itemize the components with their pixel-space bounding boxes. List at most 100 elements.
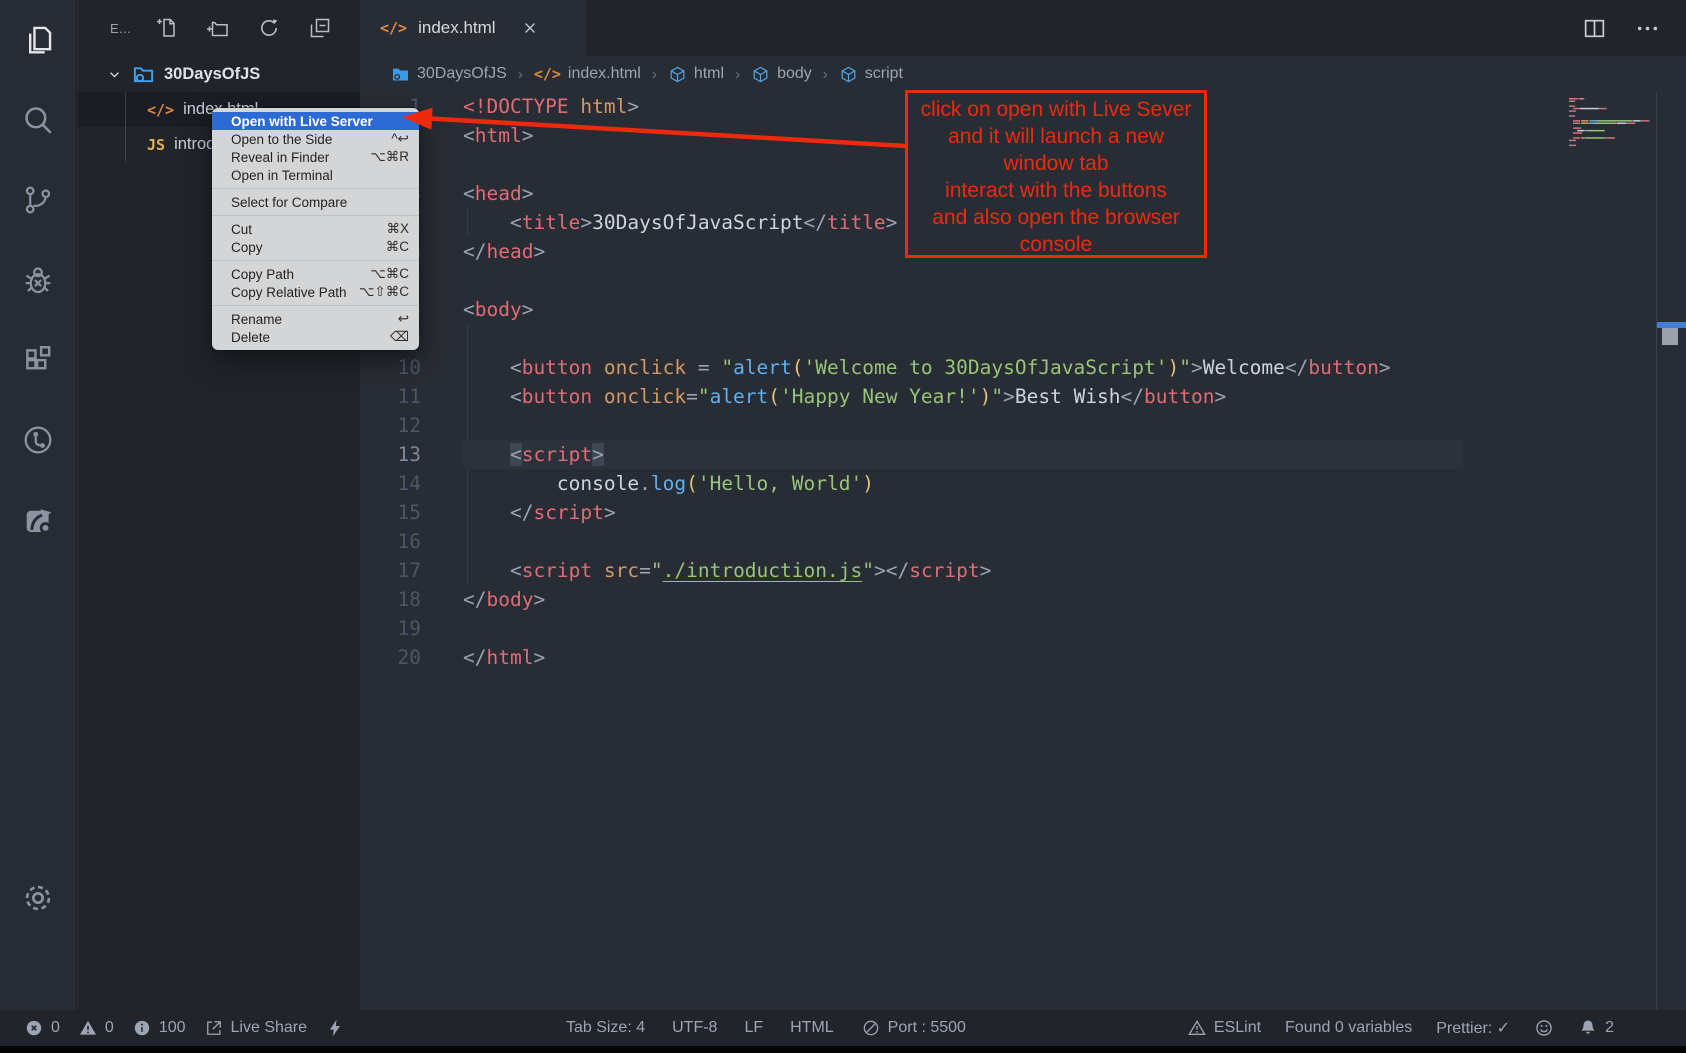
tab-label: index.html	[418, 18, 495, 38]
status-item-2[interactable]: 2	[1578, 1018, 1614, 1038]
menu-item-copy-relative-path[interactable]: Copy Relative Path⌥⇧⌘C	[212, 283, 419, 301]
line-content: </head>	[421, 237, 545, 266]
status-item-label: Live Share	[231, 1019, 308, 1037]
activity-item-explorer[interactable]	[0, 0, 76, 80]
status-item-100[interactable]: 100	[132, 1018, 186, 1038]
status-item-live-share[interactable]: Live Share	[204, 1018, 308, 1038]
breadcrumb-separator: ›	[516, 66, 525, 83]
breadcrumb-item-html[interactable]: html	[668, 65, 724, 84]
menu-item-copy-path[interactable]: Copy Path⌥⌘C	[212, 265, 419, 283]
minimap[interactable]	[1566, 95, 1654, 151]
overview-ruler-divider	[1656, 92, 1657, 1010]
status-item-label: Port : 5500	[888, 1019, 966, 1037]
menu-item-open-with-live-server[interactable]: Open with Live Server	[212, 112, 419, 130]
status-item-0[interactable]: 0	[78, 1018, 114, 1038]
menu-item-label: Copy Path	[231, 267, 358, 282]
close-icon[interactable]	[521, 19, 539, 37]
menu-item-rename[interactable]: Rename↩	[212, 310, 419, 328]
menu-item-label: Reveal in Finder	[231, 150, 358, 165]
js-icon: JS	[147, 136, 165, 154]
activity-item-source-control[interactable]	[0, 160, 76, 240]
run-debug-icon	[21, 263, 55, 297]
line-number: 16	[360, 527, 421, 556]
menu-item-reveal-in-finder[interactable]: Reveal in Finder⌥⌘R	[212, 148, 419, 166]
line-number: 15	[360, 498, 421, 527]
menu-item-label: Delete	[231, 330, 378, 345]
line-content: </html>	[421, 643, 545, 672]
code-line-1: 1<!DOCTYPE html>	[360, 92, 1686, 121]
new-file-icon[interactable]	[155, 16, 179, 40]
folder-mini-icon	[391, 65, 410, 84]
status-item-lf[interactable]: LF	[744, 1019, 763, 1037]
activity-item-run-debug[interactable]	[0, 240, 76, 320]
code-line-14: 14 console.log('Hello, World')	[360, 469, 1686, 498]
code-line-20: 20</html>	[360, 643, 1686, 672]
breadcrumb-item-body[interactable]: body	[751, 65, 812, 84]
breadcrumb-item-script[interactable]: script	[839, 65, 903, 84]
menu-item-cut[interactable]: Cut⌘X	[212, 220, 419, 238]
code-icon: </>	[147, 101, 174, 119]
status-item-html[interactable]: HTML	[790, 1019, 834, 1037]
code-line-15: 15 </script>	[360, 498, 1686, 527]
status-item-label: 0	[51, 1019, 60, 1037]
status-item-label: LF	[744, 1019, 763, 1037]
code-editor[interactable]: 1<!DOCTYPE html>2<html>34<head>5 <title>…	[360, 92, 1686, 1010]
breadcrumb-label: body	[777, 65, 812, 83]
status-item-label: Tab Size: 4	[566, 1019, 645, 1037]
status-item-smiley[interactable]	[1534, 1018, 1554, 1038]
status-item-found-0-variables[interactable]: Found 0 variables	[1285, 1019, 1412, 1037]
settings-icon	[20, 880, 56, 916]
scrollbar-slider[interactable]	[1662, 328, 1678, 345]
line-content	[421, 614, 463, 643]
menu-item-label: Copy Relative Path	[231, 285, 347, 300]
menu-separator	[212, 305, 419, 306]
refresh-icon[interactable]	[257, 16, 281, 40]
menu-item-shortcut: ⌫	[390, 329, 409, 345]
menu-item-shortcut: ↩	[398, 311, 409, 327]
new-folder-icon[interactable]	[206, 16, 230, 40]
explorer-header: E...	[78, 0, 360, 56]
line-content: <html>	[421, 121, 533, 150]
line-number: 19	[360, 614, 421, 643]
breadcrumb-item-index-html[interactable]: </>index.html	[534, 65, 641, 83]
breadcrumb-item-30DaysOfJS[interactable]: 30DaysOfJS	[391, 65, 507, 84]
activity-item-source-graph[interactable]	[0, 400, 76, 480]
warning-outline-icon	[1187, 1018, 1207, 1038]
menu-item-delete[interactable]: Delete ⌫	[212, 328, 419, 346]
line-number: 12	[360, 411, 421, 440]
tree-item-root-folder[interactable]: 30DaysOfJS	[78, 56, 360, 92]
status-item-prettier-[interactable]: Prettier: ✓	[1436, 1018, 1510, 1038]
line-number: 20	[360, 643, 421, 672]
status-item-eslint[interactable]: ESLint	[1187, 1018, 1261, 1038]
status-item-label: UTF-8	[672, 1019, 717, 1037]
menu-item-select-for-compare[interactable]: Select for Compare	[212, 193, 419, 211]
collapse-all-icon[interactable]	[308, 16, 332, 40]
more-actions-icon[interactable]	[1635, 16, 1660, 41]
activity-item-settings[interactable]	[0, 877, 76, 919]
info-icon	[132, 1018, 152, 1038]
code-line-9: 9	[360, 324, 1686, 353]
menu-item-open-in-terminal[interactable]: Open in Terminal	[212, 166, 419, 184]
menu-item-copy[interactable]: Copy⌘C	[212, 238, 419, 256]
live-share-status-icon	[204, 1018, 224, 1038]
code-line-6: 6</head>	[360, 237, 1686, 266]
menu-item-open-to-the-side[interactable]: Open to the Side^↩	[212, 130, 419, 148]
menu-separator	[212, 215, 419, 216]
tab-index-html[interactable]: </> index.html	[360, 0, 586, 56]
menu-item-label: Cut	[231, 222, 374, 237]
status-item-bolt[interactable]	[325, 1018, 345, 1038]
status-item-0[interactable]: 0	[24, 1018, 60, 1038]
line-content	[421, 324, 463, 353]
status-item-utf-8[interactable]: UTF-8	[672, 1019, 717, 1037]
extensions-icon	[21, 343, 55, 377]
status-item-port-5500[interactable]: Port : 5500	[861, 1018, 966, 1038]
split-editor-icon[interactable]	[1582, 16, 1607, 41]
line-content: <script>	[421, 440, 604, 469]
line-content: <button onclick = "alert('Welcome to 30D…	[421, 353, 1391, 382]
activity-item-extensions[interactable]	[0, 320, 76, 400]
status-item-tab-size-4[interactable]: Tab Size: 4	[566, 1019, 645, 1037]
activity-item-live-share[interactable]	[0, 480, 76, 560]
menu-item-shortcut: ^↩	[391, 131, 409, 147]
activity-item-search[interactable]	[0, 80, 76, 160]
line-number: 17	[360, 556, 421, 585]
